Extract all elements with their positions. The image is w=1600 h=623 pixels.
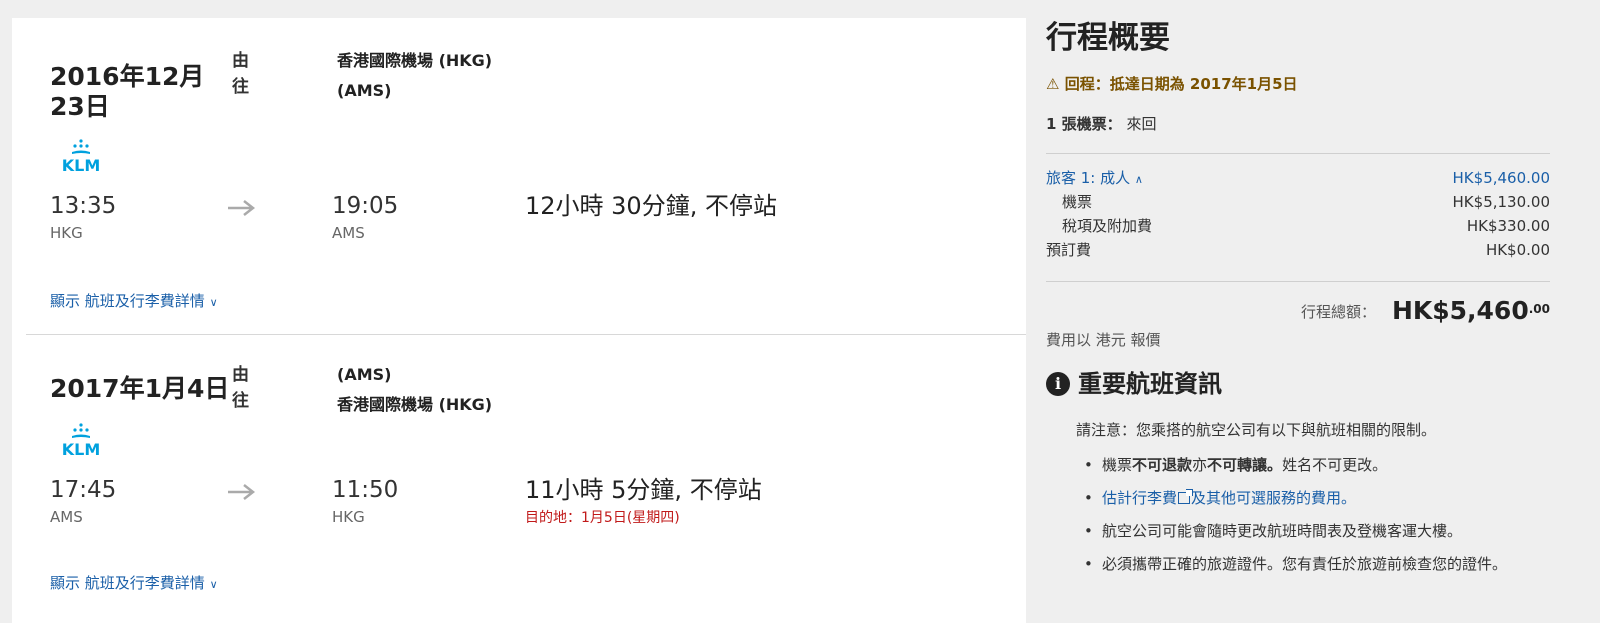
svg-text:KLM: KLM bbox=[62, 440, 101, 458]
ticket-count: 1 張機票： 來回 bbox=[1046, 114, 1156, 134]
leg-date: 2017年1月4日 bbox=[50, 374, 230, 403]
optional-fees-link[interactable]: 及其他可選服務的費用。 bbox=[1191, 489, 1356, 507]
important-info-heading: i 重要航班資訊 bbox=[1046, 365, 1222, 403]
klm-logo-icon: KLM bbox=[62, 139, 101, 174]
depart-time: 17:45 bbox=[50, 477, 117, 503]
trip-total-amount: HK$5,460 bbox=[1391, 296, 1529, 325]
baggage-fee-link[interactable]: 估計行李費 bbox=[1102, 489, 1194, 507]
trip-total-cents: .00 bbox=[1528, 302, 1550, 316]
to-label: 往 bbox=[232, 391, 249, 411]
flight-duration: 12小時 30分鐘, 不停站 bbox=[525, 192, 777, 220]
bullet-text: 亦 bbox=[1192, 456, 1208, 474]
warning-text: 回程：抵達日期為 2017年1月5日 bbox=[1064, 75, 1298, 93]
traveler-toggle[interactable]: 旅客 1: 成人 ∧ bbox=[1046, 168, 1143, 190]
route-airports: (AMS) 香港國際機場 (HKG) bbox=[337, 360, 492, 420]
trip-summary-panel: 行程概要 ⚠ 回程：抵達日期為 2017年1月5日 1 張機票： 來回 旅客 1… bbox=[1046, 0, 1550, 623]
list-item: 估計行李費及其他可選服務的費用。 bbox=[1076, 487, 1546, 509]
from-label: 由 bbox=[232, 51, 249, 71]
klm-logo-icon: KLM bbox=[62, 423, 101, 458]
origin-airport: (AMS) bbox=[337, 365, 392, 384]
currency-note: 費用以 港元 報價 bbox=[1046, 331, 1161, 349]
bullet-text: 姓名不可更改。 bbox=[1282, 456, 1388, 474]
bullet-emphasis: 不可退款 bbox=[1132, 456, 1193, 474]
destination-airport: 香港國際機場 (HKG) bbox=[337, 395, 493, 414]
depart-code: AMS bbox=[50, 508, 83, 526]
tax-value: HK$330.00 bbox=[1466, 217, 1550, 235]
ticket-price-label: 機票 bbox=[1062, 193, 1093, 211]
from-label: 由 bbox=[232, 365, 249, 385]
flight-duration: 11小時 5分鐘, 不停站 bbox=[525, 476, 762, 504]
booking-fee-value: HK$0.00 bbox=[1485, 241, 1550, 259]
leg-divider bbox=[26, 334, 1026, 335]
ticket-type: 來回 bbox=[1126, 115, 1157, 133]
restriction-notice: 請注意：您乘搭的航空公司有以下與航班相關的限制。 bbox=[1076, 421, 1437, 439]
show-details-link[interactable]: 顯示 航班及行李費詳情 ∨ bbox=[50, 292, 218, 312]
bullet-text: 機票 bbox=[1102, 456, 1133, 474]
arrival-date-note: 目的地：1月5日(星期四) bbox=[525, 510, 680, 526]
list-item: 機票不可退款亦不可轉讓。姓名不可更改。 bbox=[1076, 454, 1546, 476]
summary-title: 行程概要 bbox=[1046, 20, 1170, 56]
depart-time: 13:35 bbox=[50, 193, 117, 219]
from-to-labels: 由 往 bbox=[232, 362, 256, 414]
booking-fee-label: 預訂費 bbox=[1046, 241, 1092, 259]
arrive-code: HKG bbox=[332, 508, 365, 526]
restriction-list: 機票不可退款亦不可轉讓。姓名不可更改。 估計行李費及其他可選服務的費用。 航空公… bbox=[1076, 454, 1546, 586]
arrow-right-icon bbox=[228, 200, 256, 216]
ticket-price-value: HK$5,130.00 bbox=[1452, 193, 1550, 211]
divider bbox=[1046, 153, 1550, 154]
baggage-fee-link-label: 估計行李費 bbox=[1102, 489, 1178, 507]
trip-total-label: 行程總額： bbox=[1300, 303, 1376, 321]
tax-label: 稅項及附加費 bbox=[1062, 217, 1153, 235]
to-label: 往 bbox=[232, 77, 249, 97]
divider bbox=[1046, 281, 1550, 282]
leg-date: 2016年12月23日 bbox=[50, 62, 205, 121]
external-link-icon bbox=[1178, 489, 1194, 504]
depart-code: HKG bbox=[50, 224, 83, 242]
chevron-down-icon: ∨ bbox=[209, 578, 218, 591]
warning-icon: ⚠ bbox=[1046, 75, 1060, 93]
chevron-up-icon: ∧ bbox=[1134, 173, 1143, 186]
destination-airport: (AMS) bbox=[337, 81, 392, 100]
show-details-label: 顯示 航班及行李費詳情 bbox=[50, 292, 205, 310]
list-item: 必須攜帶正確的旅遊證件。您有責任於旅遊前檢查您的證件。 bbox=[1076, 553, 1546, 575]
trip-total-value: HK$5,460.00 bbox=[1392, 293, 1550, 329]
arrive-time: 11:50 bbox=[332, 477, 399, 503]
ticket-count-label: 1 張機票： bbox=[1046, 115, 1122, 133]
show-details-label: 顯示 航班及行李費詳情 bbox=[50, 574, 205, 592]
return-date-warning: ⚠ 回程：抵達日期為 2017年1月5日 bbox=[1046, 74, 1298, 94]
arrive-time: 19:05 bbox=[332, 193, 399, 219]
important-info-title: 重要航班資訊 bbox=[1078, 370, 1222, 398]
show-details-link[interactable]: 顯示 航班及行李費詳情 ∨ bbox=[50, 574, 218, 594]
chevron-down-icon: ∨ bbox=[209, 296, 218, 309]
svg-text:KLM: KLM bbox=[62, 156, 101, 174]
route-airports: 香港國際機場 (HKG) (AMS) bbox=[337, 46, 492, 106]
bullet-emphasis: 不可轉讓。 bbox=[1207, 456, 1283, 474]
arrow-right-icon bbox=[228, 484, 256, 500]
info-icon: i bbox=[1046, 372, 1070, 396]
origin-airport: 香港國際機場 (HKG) bbox=[337, 51, 493, 70]
from-to-labels: 由 往 bbox=[232, 48, 256, 100]
traveler-total: HK$5,460.00 bbox=[1452, 169, 1550, 187]
itinerary-card: 2016年12月23日 由 往 香港國際機場 (HKG) (AMS) KLM 1… bbox=[12, 18, 1026, 623]
list-item: 航空公司可能會隨時更改航班時間表及登機客運大樓。 bbox=[1076, 520, 1546, 542]
traveler-label: 旅客 1: 成人 bbox=[1046, 169, 1131, 187]
arrive-code: AMS bbox=[332, 224, 365, 242]
